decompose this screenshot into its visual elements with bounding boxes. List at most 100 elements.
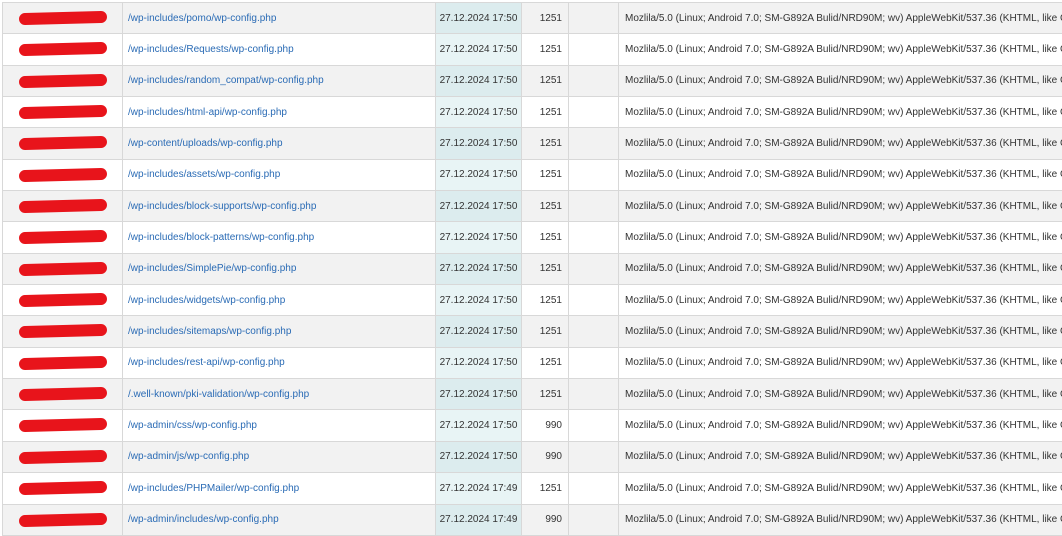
date-cell: 27.12.2024 17:50 <box>436 65 522 96</box>
ip-cell <box>3 97 123 128</box>
request-path-link[interactable]: /wp-includes/sitemaps/wp-config.php <box>128 326 291 337</box>
redaction-mark <box>19 42 107 56</box>
table-row: /wp-includes/assets/wp-config.php 27.12.2… <box>3 159 1062 190</box>
empty-cell <box>569 3 619 34</box>
redaction-mark <box>19 512 107 526</box>
date-cell: 27.12.2024 17:50 <box>436 128 522 159</box>
path-cell: /wp-includes/block-patterns/wp-config.ph… <box>123 222 436 253</box>
empty-cell <box>569 410 619 441</box>
request-path-link[interactable]: /wp-includes/block-supports/wp-config.ph… <box>128 201 316 212</box>
date-cell: 27.12.2024 17:50 <box>436 159 522 190</box>
request-path-link[interactable]: /wp-includes/PHPMailer/wp-config.php <box>128 483 299 494</box>
code-cell: 1251 <box>522 34 569 65</box>
ip-cell <box>3 128 123 159</box>
request-path-link[interactable]: /wp-includes/widgets/wp-config.php <box>128 295 285 306</box>
request-path-link[interactable]: /wp-includes/assets/wp-config.php <box>128 169 280 180</box>
path-cell: /wp-admin/includes/wp-config.php <box>123 504 436 535</box>
date-cell: 27.12.2024 17:50 <box>436 441 522 472</box>
code-cell: 1251 <box>522 222 569 253</box>
table-row: /wp-includes/random_compat/wp-config.php… <box>3 65 1062 96</box>
redaction-mark <box>19 324 107 338</box>
redaction-mark <box>19 74 107 88</box>
user-agent-cell: Mozlila/5.0 (Linux; Android 7.0; SM-G892… <box>619 410 1062 441</box>
request-path-link[interactable]: /wp-admin/css/wp-config.php <box>128 420 257 431</box>
path-cell: /wp-includes/Requests/wp-config.php <box>123 34 436 65</box>
empty-cell <box>569 504 619 535</box>
table-row: /wp-content/uploads/wp-config.php 27.12.2… <box>3 128 1062 159</box>
table-row: /wp-admin/includes/wp-config.php 27.12.20… <box>3 504 1062 535</box>
request-path-link[interactable]: /wp-includes/SimplePie/wp-config.php <box>128 263 296 274</box>
redaction-mark <box>19 11 107 25</box>
request-path-link[interactable]: /wp-includes/Requests/wp-config.php <box>128 44 294 55</box>
request-path-link[interactable]: /wp-includes/html-api/wp-config.php <box>128 107 287 118</box>
table-row: /.well-known/pki-validation/wp-config.ph… <box>3 379 1062 410</box>
request-path-link[interactable]: /wp-admin/includes/wp-config.php <box>128 514 279 525</box>
ip-cell <box>3 34 123 65</box>
ip-cell <box>3 379 123 410</box>
empty-cell <box>569 316 619 347</box>
table-row: /wp-includes/SimplePie/wp-config.php27.1… <box>3 253 1062 284</box>
date-cell: 27.12.2024 17:50 <box>436 347 522 378</box>
redaction-mark <box>19 136 107 150</box>
ip-cell <box>3 410 123 441</box>
empty-cell <box>569 191 619 222</box>
user-agent-cell: Mozlila/5.0 (Linux; Android 7.0; SM-G892… <box>619 253 1062 284</box>
redaction-mark <box>19 262 107 276</box>
user-agent-cell: Mozlila/5.0 (Linux; Android 7.0; SM-G892… <box>619 473 1062 504</box>
table-row: /wp-includes/PHPMailer/wp-config.php 27.1… <box>3 473 1062 504</box>
user-agent-cell: Mozlila/5.0 (Linux; Android 7.0; SM-G892… <box>619 285 1062 316</box>
table-row: /wp-includes/block-supports/wp-config.ph… <box>3 191 1062 222</box>
ip-cell <box>3 191 123 222</box>
date-cell: 27.12.2024 17:50 <box>436 316 522 347</box>
request-path-link[interactable]: /wp-includes/pomo/wp-config.php <box>128 13 276 24</box>
redaction-mark <box>19 105 107 119</box>
redaction-mark <box>19 450 107 464</box>
redaction-mark <box>19 199 107 213</box>
empty-cell <box>569 159 619 190</box>
date-cell: 27.12.2024 17:50 <box>436 3 522 34</box>
user-agent-cell: Mozlila/5.0 (Linux; Android 7.0; SM-G892… <box>619 379 1062 410</box>
request-path-link[interactable]: /wp-includes/block-patterns/wp-config.ph… <box>128 232 314 243</box>
code-cell: 1251 <box>522 159 569 190</box>
code-cell: 990 <box>522 410 569 441</box>
redaction-mark <box>19 168 107 182</box>
request-path-link[interactable]: /wp-includes/random_compat/wp-config.php <box>128 75 324 86</box>
ip-cell <box>3 285 123 316</box>
empty-cell <box>569 128 619 159</box>
request-path-link[interactable]: /wp-admin/js/wp-config.php <box>128 451 249 462</box>
empty-cell <box>569 65 619 96</box>
date-cell: 27.12.2024 17:50 <box>436 34 522 65</box>
ip-cell <box>3 222 123 253</box>
path-cell: /wp-includes/sitemaps/wp-config.php <box>123 316 436 347</box>
path-cell: /wp-includes/widgets/wp-config.php <box>123 285 436 316</box>
redaction-mark <box>19 481 107 495</box>
empty-cell <box>569 97 619 128</box>
empty-cell <box>569 473 619 504</box>
code-cell: 1251 <box>522 191 569 222</box>
user-agent-cell: Mozlila/5.0 (Linux; Android 7.0; SM-G892… <box>619 191 1062 222</box>
ip-cell <box>3 159 123 190</box>
path-cell: /wp-includes/html-api/wp-config.php <box>123 97 436 128</box>
request-path-link[interactable]: /wp-content/uploads/wp-config.php <box>128 138 283 149</box>
user-agent-cell: Mozlila/5.0 (Linux; Android 7.0; SM-G892… <box>619 159 1062 190</box>
request-path-link[interactable]: /wp-includes/rest-api/wp-config.php <box>128 357 285 368</box>
date-cell: 27.12.2024 17:49 <box>436 504 522 535</box>
user-agent-cell: Mozlila/5.0 (Linux; Android 7.0; SM-G892… <box>619 504 1062 535</box>
user-agent-cell: Mozlila/5.0 (Linux; Android 7.0; SM-G892… <box>619 3 1062 34</box>
table-row: /wp-admin/js/wp-config.php 27.12.2024 17:… <box>3 441 1062 472</box>
empty-cell <box>569 347 619 378</box>
request-path-link[interactable]: /.well-known/pki-validation/wp-config.ph… <box>128 389 309 400</box>
redaction-mark <box>19 356 107 370</box>
date-cell: 27.12.2024 17:50 <box>436 97 522 128</box>
table-row: /wp-includes/block-patterns/wp-config.ph… <box>3 222 1062 253</box>
path-cell: /wp-admin/js/wp-config.php <box>123 441 436 472</box>
empty-cell <box>569 34 619 65</box>
access-log-body: /wp-includes/pomo/wp-config.php 27.12.202… <box>3 3 1062 536</box>
date-cell: 27.12.2024 17:50 <box>436 222 522 253</box>
empty-cell <box>569 441 619 472</box>
date-cell: 27.12.2024 17:49 <box>436 473 522 504</box>
user-agent-cell: Mozlila/5.0 (Linux; Android 7.0; SM-G892… <box>619 347 1062 378</box>
user-agent-cell: Mozlila/5.0 (Linux; Android 7.0; SM-G892… <box>619 316 1062 347</box>
ip-cell <box>3 504 123 535</box>
date-cell: 27.12.2024 17:50 <box>436 379 522 410</box>
